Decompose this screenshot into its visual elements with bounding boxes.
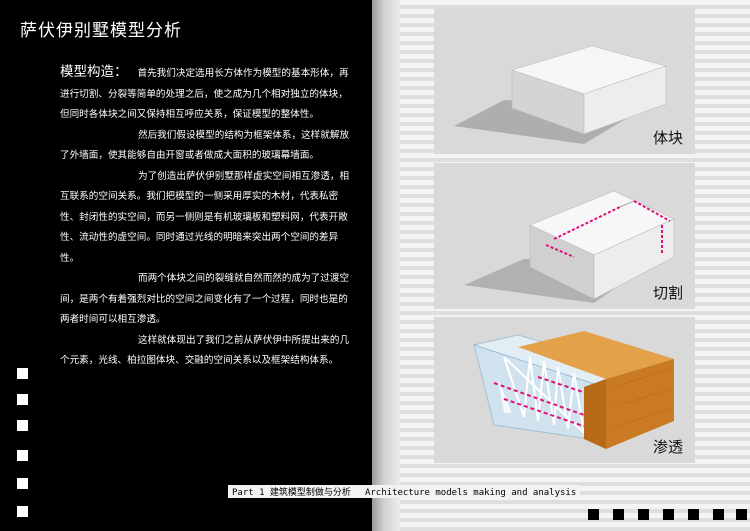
text-column: 萨伏伊别墅模型分析 模型构造： 首先我们决定选用长方体作为模型的基本形体，再进行切… [0,0,372,531]
white-square-icon [17,368,28,379]
panel-volume: 体块 [434,8,695,154]
white-square-icon [17,420,28,431]
black-square-icon [613,509,624,520]
black-square-icon [713,509,724,520]
panel-penetration: 渗透 [434,317,695,463]
white-square-icon [17,394,28,405]
footer-english: Architecture models making and analysis [364,488,577,498]
black-square-icon [736,509,747,520]
footer-part: Part 1 建筑模型制做与分析 [232,488,351,498]
panel-label-cut: 切割 [652,284,683,302]
white-square-icon [17,478,28,489]
black-square-icon [588,509,599,520]
paragraph-5-text: 这样就体现出了我们之前从萨伏伊中所提出来的几个元素，光线、柏拉图体块、交融的空间… [60,334,350,367]
white-square-icon [17,450,28,461]
panel-label-penetration: 渗透 [652,438,683,456]
white-square-icon [17,506,28,517]
panel-cut: 切割 [434,163,695,309]
black-square-icon [663,509,674,520]
black-square-icon [688,509,699,520]
paragraph-3: 为了创造出萨伏伊别墅那样虚实空间相互渗透，相互联系的空间关系。我们把模型的一侧采… [60,167,350,270]
paragraph-2: 然后我们假设模型的结构为框架体系，这样就解放了外墙面，使其能够自由开窗或者做成大… [60,126,350,167]
paragraph-1: 模型构造： 首先我们决定选用长方体作为模型的基本形体，再进行切割、分裂等简单的处理… [60,62,350,126]
panel-label-volume: 体块 [652,129,683,147]
black-square-icon [638,509,649,520]
body-text: 模型构造： 首先我们决定选用长方体作为模型的基本形体，再进行切割、分裂等简单的处理… [60,62,350,372]
footer-caption: Part 1 建筑模型制做与分析 Architecture models maki… [228,485,581,498]
page-title: 萨伏伊别墅模型分析 [20,21,182,41]
paragraph-3-text: 为了创造出萨伏伊别墅那样虚实空间相互渗透，相互联系的空间关系。我们把模型的一侧采… [60,170,350,264]
paragraph-4: 而两个体块之间的裂缝就自然而然的成为了过渡空间，是两个有着强烈对比的空间之间变化… [60,269,350,331]
section-heading: 模型构造： [60,64,128,80]
paragraph-5: 这样就体现出了我们之前从萨伏伊中所提出来的几个元素，光线、柏拉图体块、交融的空间… [60,331,350,372]
paragraph-4-text: 而两个体块之间的裂缝就自然而然的成为了过渡空间，是两个有着强烈对比的空间之间变化… [60,273,350,325]
page: 萨伏伊别墅模型分析 模型构造： 首先我们决定选用长方体作为模型的基本形体，再进行切… [0,0,750,531]
paragraph-2-text: 然后我们假设模型的结构为框架体系，这样就解放了外墙面，使其能够自由开窗或者做成大… [60,129,350,162]
